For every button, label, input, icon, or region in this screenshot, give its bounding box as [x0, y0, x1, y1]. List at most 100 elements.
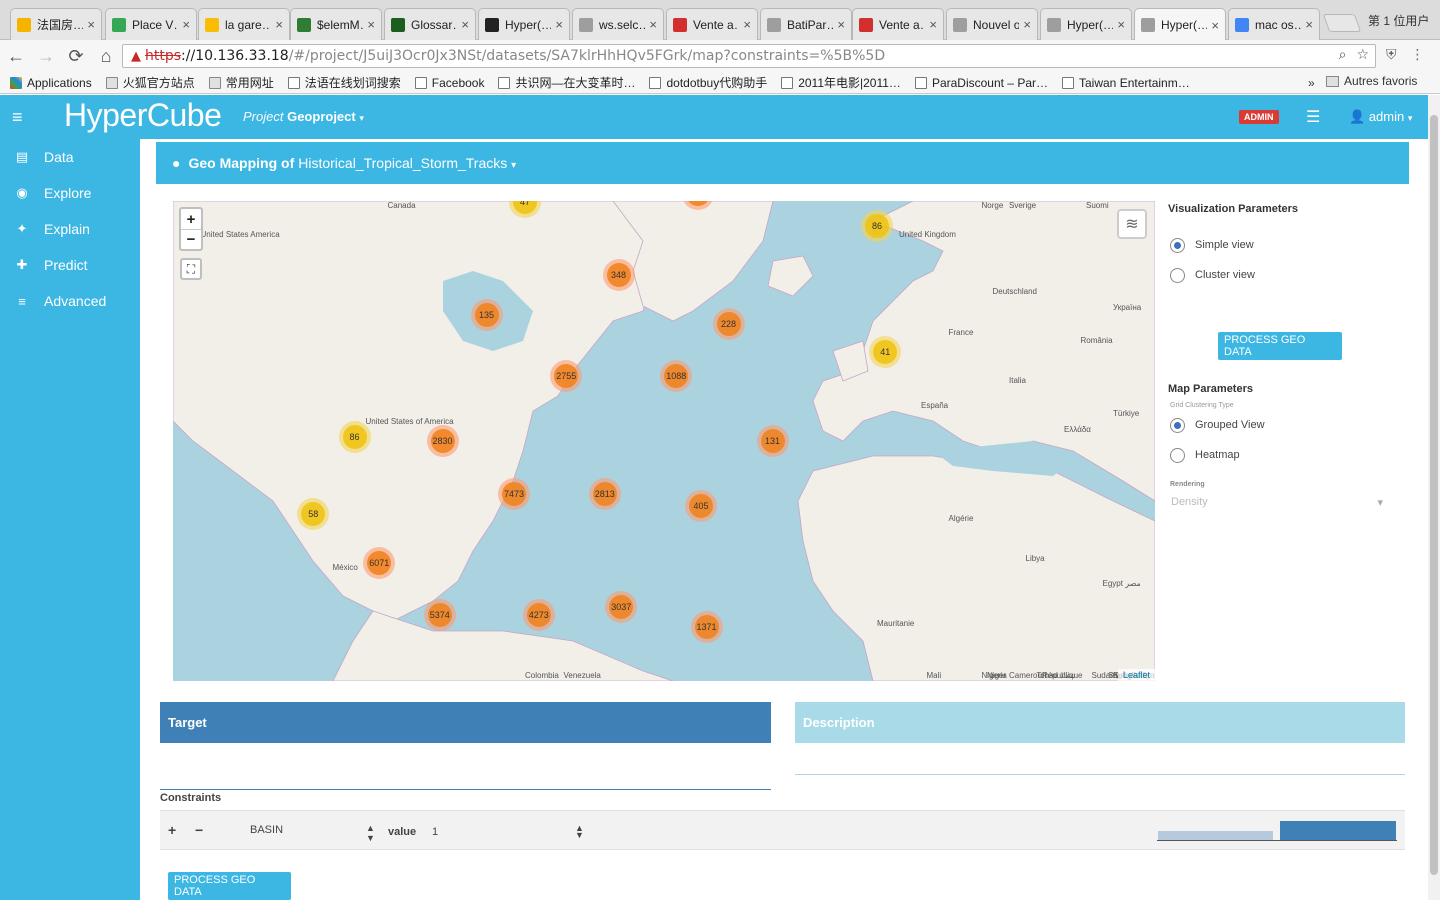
process-geo-data-button[interactable]: PROCESS GEO DATA: [1218, 332, 1342, 360]
cluster-marker[interactable]: 58: [297, 497, 330, 530]
browser-tab[interactable]: $elemM… ×: [290, 8, 382, 40]
project-selector[interactable]: Project Geoproject ▾: [243, 109, 364, 124]
tab-close-icon[interactable]: ×: [929, 17, 937, 32]
tab-close-icon[interactable]: ×: [275, 17, 283, 32]
user-menu[interactable]: 👤 admin ▾: [1349, 109, 1412, 125]
bookmark-item[interactable]: 常用网址: [208, 74, 274, 91]
simple-view-option[interactable]: Simple view: [1170, 235, 1254, 255]
tab-close-icon[interactable]: ×: [555, 17, 563, 32]
zoom-search-icon[interactable]: ⌕: [1339, 47, 1347, 63]
extension-shield-icon[interactable]: ⛨: [1386, 46, 1397, 63]
app-logo[interactable]: HyperCube: [64, 97, 222, 134]
back-arrow-icon[interactable]: ←: [2, 42, 30, 70]
tab-close-icon[interactable]: ×: [1305, 17, 1313, 32]
tab-close-icon[interactable]: ×: [1023, 17, 1031, 32]
hamburger-menu-icon[interactable]: ≡: [12, 107, 23, 128]
constraint-variable-select[interactable]: BASIN: [250, 824, 283, 836]
constraint-value-select[interactable]: 1: [432, 826, 438, 838]
remove-constraint-icon[interactable]: −: [195, 822, 203, 838]
forward-arrow-icon[interactable]: →: [32, 42, 60, 70]
cluster-marker[interactable]: 228: [712, 307, 745, 340]
reload-icon[interactable]: ⟳: [62, 42, 90, 70]
cluster-marker[interactable]: 131: [756, 425, 789, 457]
simple-view-radio[interactable]: [1170, 237, 1185, 253]
cluster-marker[interactable]: 348: [602, 258, 635, 291]
bookmark-item[interactable]: dotdotbuy代购助手: [649, 74, 767, 91]
tab-close-icon[interactable]: ×: [1211, 18, 1219, 33]
sidebar-item-predict[interactable]: ✚ Predict: [0, 247, 140, 283]
tab-close-icon[interactable]: ×: [367, 17, 375, 32]
cluster-marker[interactable]: 135: [470, 299, 503, 332]
tab-close-icon[interactable]: ×: [182, 17, 190, 32]
browser-tab[interactable]: ws.selc… ×: [572, 8, 664, 40]
layers-icon[interactable]: ≋: [1117, 209, 1147, 239]
cluster-marker[interactable]: 6071: [363, 546, 396, 579]
cluster-marker[interactable]: 7473: [498, 477, 530, 510]
fullscreen-icon[interactable]: ⛶: [180, 258, 202, 280]
browser-tab[interactable]: Vente a… ×: [666, 8, 758, 40]
tab-close-icon[interactable]: ×: [649, 17, 657, 32]
bookmark-item[interactable]: 法语在线划词搜索: [287, 74, 401, 91]
cluster-marker[interactable]: 41: [869, 335, 902, 368]
process-geo-data-button-bottom[interactable]: PROCESS GEO DATA: [168, 872, 291, 900]
cluster-marker[interactable]: 2755: [550, 360, 583, 393]
geo-map[interactable]: Canada United States America United States…: [173, 201, 1155, 681]
rendering-select[interactable]: Density ▾: [1171, 496, 1383, 509]
cluster-marker[interactable]: 1088: [660, 360, 693, 393]
bookmark-item[interactable]: Taiwan Entertainm…: [1062, 76, 1190, 90]
cluster-marker[interactable]: 2813: [588, 477, 621, 510]
zoom-in-button[interactable]: +: [181, 209, 201, 229]
cluster-marker[interactable]: 1371: [690, 611, 723, 644]
grouped-view-radio[interactable]: [1170, 417, 1185, 433]
browser-tab[interactable]: Place V… ×: [105, 8, 197, 40]
browser-tab[interactable]: Glossar… ×: [384, 8, 476, 40]
other-bookmarks[interactable]: Autres favoris: [1326, 74, 1417, 88]
cluster-marker[interactable]: 5374: [423, 599, 456, 632]
zoom-out-button[interactable]: −: [181, 229, 201, 249]
browser-tab[interactable]: Hyper(… ×: [478, 8, 570, 40]
sidebar-item-explore[interactable]: ◉ Explore: [0, 175, 140, 211]
tab-close-icon[interactable]: ×: [1117, 17, 1125, 32]
cluster-marker[interactable]: 86: [338, 420, 371, 453]
bookmark-item[interactable]: 共识网—在大变革时…: [498, 74, 635, 91]
cluster-marker[interactable]: 3037: [605, 591, 638, 624]
browser-menu-icon[interactable]: ⋮: [1411, 46, 1425, 63]
sidebar-item-explain[interactable]: ✦ Explain: [0, 211, 140, 247]
cluster-view-option[interactable]: Cluster view: [1170, 265, 1255, 285]
bookmark-item[interactable]: Applications: [10, 76, 92, 90]
bookmark-item[interactable]: Facebook: [414, 76, 484, 90]
sidebar-item-advanced[interactable]: ≡ Advanced: [0, 283, 140, 319]
browser-tab[interactable]: Nouvel on… ×: [946, 8, 1038, 40]
browser-tab[interactable]: 法国房… ×: [10, 8, 102, 40]
heatmap-option[interactable]: Heatmap: [1170, 445, 1240, 465]
cluster-view-radio[interactable]: [1170, 267, 1185, 283]
home-icon[interactable]: ⌂: [92, 42, 120, 70]
tab-close-icon[interactable]: ×: [837, 17, 845, 32]
browser-tab[interactable]: Hyper(… ×: [1134, 8, 1226, 41]
bookmark-item[interactable]: 2011年电影|2011…: [781, 74, 901, 91]
bookmark-item[interactable]: ParaDiscount – Par…: [914, 76, 1048, 90]
browser-tab[interactable]: mac os… ×: [1228, 8, 1320, 40]
heatmap-radio[interactable]: [1170, 447, 1185, 463]
cluster-marker[interactable]: 4273: [522, 599, 555, 632]
address-bar[interactable]: ▲ https ://10.136.33.18 /#/project/J5uiJ…: [122, 44, 1376, 68]
cluster-marker[interactable]: 2830: [426, 425, 459, 457]
new-tab-button[interactable]: [1322, 14, 1362, 32]
add-constraint-icon[interactable]: +: [168, 822, 176, 838]
cluster-marker[interactable]: 405: [685, 489, 717, 522]
bookmark-item[interactable]: 火狐官方站点: [105, 74, 195, 91]
tab-close-icon[interactable]: ×: [743, 17, 751, 32]
grouped-view-option[interactable]: Grouped View: [1170, 415, 1265, 435]
bookmarks-more-chevron[interactable]: »: [1308, 76, 1315, 90]
bookmark-star-icon[interactable]: ☆: [1356, 47, 1369, 63]
browser-tab[interactable]: Hyper(… ×: [1040, 8, 1132, 40]
tab-close-icon[interactable]: ×: [87, 17, 95, 32]
cluster-marker[interactable]: 86: [861, 210, 893, 243]
profile-name[interactable]: 第 1 位用户: [1368, 12, 1429, 29]
browser-tab[interactable]: la gare… ×: [198, 8, 290, 40]
map-attribution[interactable]: Leaflet: [1117, 669, 1155, 681]
tab-close-icon[interactable]: ×: [461, 17, 469, 32]
scrollbar-thumb[interactable]: [1430, 115, 1438, 875]
browser-tab[interactable]: BatiPar… ×: [760, 8, 852, 40]
list-menu-icon[interactable]: ☰: [1306, 107, 1320, 127]
